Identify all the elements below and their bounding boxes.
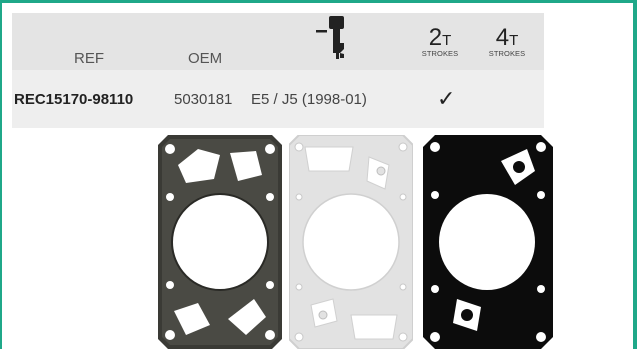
ref-value: REC15170-98110 <box>14 91 134 108</box>
table-header: REF OEM 2T STROKES 4T STROKES <box>12 13 544 70</box>
accent-bar <box>633 0 637 349</box>
outboard-motor-icon <box>316 16 344 59</box>
application-value: E5 / J5 (1998-01) <box>251 91 367 108</box>
four-stroke-number: 4 <box>495 24 510 51</box>
oem-header: OEM <box>188 50 223 67</box>
two-stroke-header: 2T STROKES <box>419 24 461 59</box>
two-stroke-check-icon: ✓ <box>437 86 456 111</box>
gasket-light-icon <box>289 135 413 349</box>
gasket-dark-icon <box>158 135 282 349</box>
oem-value: 5030181 <box>174 91 233 108</box>
four-stroke-header: 4T STROKES <box>478 24 536 59</box>
gasket-black-icon <box>423 135 553 349</box>
four-stroke-letter: T <box>509 32 519 49</box>
four-stroke-label: STROKES <box>488 49 526 58</box>
table-row: REC15170-98110 5030181 E5 / J5 (1998-01)… <box>12 70 544 128</box>
two-stroke-label: STROKES <box>421 49 459 58</box>
two-stroke-number: 2 <box>428 24 443 51</box>
ref-header: REF <box>74 50 104 67</box>
two-stroke-letter: T <box>442 32 452 49</box>
